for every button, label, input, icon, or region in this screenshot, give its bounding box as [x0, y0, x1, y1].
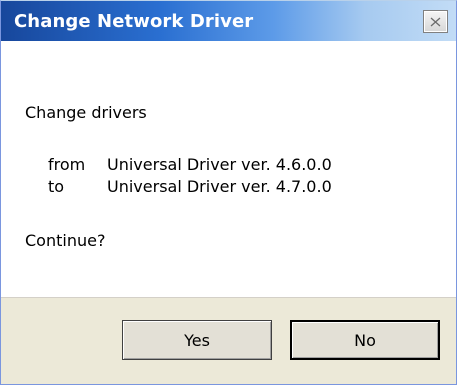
button-bar: Yes No — [1, 297, 456, 384]
to-driver-version: Universal Driver ver. 4.7.0.0 — [107, 177, 332, 196]
yes-button[interactable]: Yes — [122, 320, 272, 360]
title-bar[interactable]: Change Network Driver — [1, 1, 456, 41]
to-label: to — [48, 177, 65, 196]
continue-question: Continue? — [25, 231, 106, 250]
dialog-content: Change drivers from Universal Driver ver… — [1, 41, 456, 297]
change-network-driver-dialog: Change Network Driver Change drivers fro… — [0, 0, 457, 385]
from-label: from — [48, 155, 86, 174]
message-heading: Change drivers — [25, 103, 147, 122]
window-title: Change Network Driver — [14, 11, 254, 32]
from-driver-version: Universal Driver ver. 4.6.0.0 — [107, 155, 332, 174]
no-button[interactable]: No — [290, 320, 440, 360]
close-icon — [430, 17, 441, 27]
close-button[interactable] — [423, 10, 448, 33]
